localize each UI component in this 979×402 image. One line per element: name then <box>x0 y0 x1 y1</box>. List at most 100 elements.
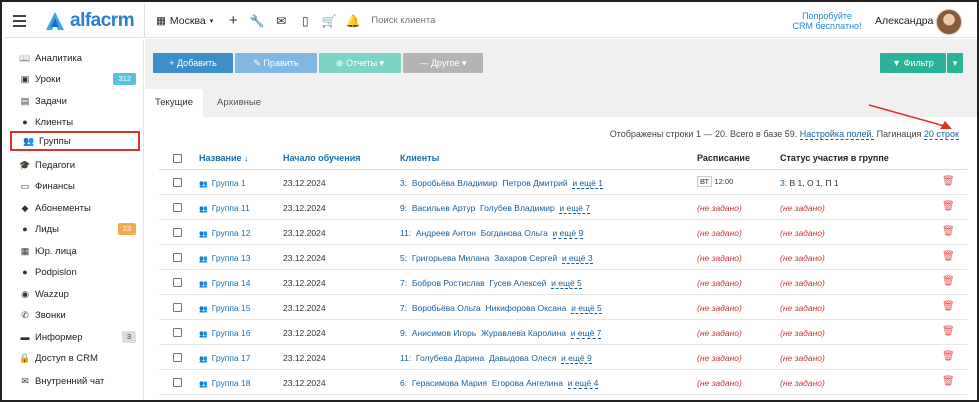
tab-archive[interactable]: Архивные <box>207 89 271 117</box>
client-link[interactable]: Давыдова Олеся <box>489 353 556 363</box>
branch-selector[interactable]: ▦ Москва ▾ <box>148 4 221 38</box>
header-start[interactable]: Начало обучения <box>283 153 361 163</box>
trash-icon[interactable]: 🗑 <box>942 176 955 187</box>
table-row[interactable]: Группа 14 23.12.2024 7: Бобров Ростислав… <box>159 270 967 295</box>
trash-icon[interactable]: 🗑 <box>942 301 955 312</box>
trash-icon[interactable]: 🗑 <box>942 251 955 262</box>
table-row[interactable]: Группа 15 23.12.2024 7: Воробьёва Ольга … <box>159 295 967 320</box>
group-link[interactable]: Группа 15 <box>199 303 251 313</box>
more-clients-link[interactable]: и ещё 7 <box>559 203 591 214</box>
table-row[interactable]: Группа 1 23.12.2024 3: Воробьёва Владими… <box>159 170 967 195</box>
client-link[interactable]: Петров Дмитрий <box>502 178 567 188</box>
more-clients-link[interactable]: и ещё 1 <box>572 178 603 189</box>
avatar[interactable] <box>936 9 962 35</box>
sidebar-item-tasks[interactable]: ▤ Задачи <box>8 91 140 111</box>
more-clients-link[interactable]: и ещё 9 <box>552 228 584 239</box>
sidebar-item-groups[interactable]: 👥 Группы <box>10 131 140 151</box>
client-link[interactable]: Воробьёва Ольга <box>412 303 481 313</box>
cart-icon[interactable]: 🛒 <box>317 4 341 38</box>
sidebar-item-subscriptions[interactable]: ◆ Абонементы <box>8 198 140 218</box>
sidebar-item-teachers[interactable]: 🎓 Педагоги <box>8 155 140 175</box>
trash-icon[interactable]: 🗑 <box>942 226 955 237</box>
menu-icon[interactable] <box>4 4 34 38</box>
client-link[interactable]: Захаров Сергей <box>494 253 557 263</box>
client-link[interactable]: Гусев Алексей <box>489 278 546 288</box>
client-link[interactable]: Егорова Ангелина <box>492 378 563 388</box>
add-button[interactable]: + Добавить <box>153 53 233 73</box>
plus-icon[interactable]: + <box>221 4 245 38</box>
other-button[interactable]: — Другое ▾ <box>403 53 483 73</box>
row-checkbox[interactable] <box>173 303 182 312</box>
sidebar-item-analytics[interactable]: 📖 Аналитика <box>8 48 140 68</box>
wrench-icon[interactable]: 🔧 <box>245 4 269 38</box>
client-link[interactable]: Голубева Дарина <box>416 353 484 363</box>
bell-icon[interactable]: 🔔 <box>341 4 365 38</box>
settings-link[interactable]: Настройка полей. <box>799 129 875 140</box>
client-link[interactable]: Богданова Ольга <box>481 228 548 238</box>
sidebar-item-leads[interactable]: ● Лиды 23 <box>8 219 140 239</box>
client-link[interactable]: Герасимова Мария <box>412 378 487 388</box>
sidebar-item-clients[interactable]: ● Клиенты <box>8 112 140 132</box>
sidebar-item-informer[interactable]: ▬ Информер 3 <box>8 327 140 347</box>
more-clients-link[interactable]: и ещё 5 <box>551 278 582 289</box>
group-link[interactable]: Группа 11 <box>199 203 250 213</box>
more-clients-link[interactable]: и ещё 4 <box>567 378 599 389</box>
row-checkbox[interactable] <box>173 228 182 237</box>
header-name[interactable]: Название ↓ <box>199 153 248 163</box>
row-checkbox[interactable] <box>173 178 182 187</box>
client-link[interactable]: Никифорова Оксана <box>486 303 567 313</box>
edit-button[interactable]: ✎ Править <box>235 53 317 73</box>
reports-button[interactable]: ⊕ Отчеты ▾ <box>319 53 401 73</box>
mail-icon[interactable]: ✉ <box>269 4 293 38</box>
sidebar-item-crm-access[interactable]: 🔒 Доступ в CRM <box>8 348 140 368</box>
row-checkbox[interactable] <box>173 278 182 287</box>
user-name[interactable]: Александра <box>875 15 933 27</box>
sidebar-item-internal-chat[interactable]: ✉ Внутренний чат <box>8 371 140 391</box>
client-link[interactable]: Бобров Ростислав <box>412 278 485 288</box>
trash-icon[interactable]: 🗑 <box>942 351 955 362</box>
more-clients-link[interactable]: и ещё 3 <box>561 253 593 264</box>
sidebar-item-legal[interactable]: ▦ Юр. лица <box>8 241 140 261</box>
tab-current[interactable]: Текущие <box>145 89 203 117</box>
client-link[interactable]: Анисимов Игорь <box>412 328 476 338</box>
group-link[interactable]: Группа 14 <box>199 278 251 288</box>
trash-icon[interactable]: 🗑 <box>942 376 955 387</box>
group-link[interactable]: Группа 18 <box>199 378 251 388</box>
table-row[interactable]: Группа 12 23.12.2024 11: Андреев Антон Б… <box>159 220 967 245</box>
group-link[interactable]: Группа 16 <box>199 328 251 338</box>
row-checkbox[interactable] <box>173 203 182 212</box>
promo-link[interactable]: Попробуйте CRM бесплатно! <box>787 11 867 31</box>
filter-button[interactable]: ▼ Фильтр <box>880 53 946 73</box>
row-checkbox[interactable] <box>173 328 182 337</box>
row-checkbox[interactable] <box>173 378 182 387</box>
more-clients-link[interactable]: и ещё 7 <box>570 328 602 339</box>
client-link[interactable]: Воробьёва Владимир <box>412 178 498 188</box>
trash-icon[interactable]: 🗑 <box>942 201 955 212</box>
client-link[interactable]: Голубев Владимир <box>480 203 555 213</box>
client-link[interactable]: Васильев Артур <box>412 203 475 213</box>
sidebar-item-finance[interactable]: ▭ Финансы <box>8 176 140 196</box>
trash-icon[interactable]: 🗑 <box>942 326 955 337</box>
more-clients-link[interactable]: и ещё 9 <box>561 353 592 364</box>
table-row[interactable]: Группа 18 23.12.2024 6: Герасимова Мария… <box>159 370 967 395</box>
group-link[interactable]: Группа 1 <box>199 178 246 188</box>
group-link[interactable]: Группа 17 <box>199 353 251 363</box>
sidebar-item-lessons[interactable]: ▣ Уроки 312 <box>8 69 140 89</box>
row-checkbox[interactable] <box>173 353 182 362</box>
client-link[interactable]: Андреев Антон <box>416 228 476 238</box>
group-link[interactable]: Группа 13 <box>199 253 251 263</box>
phone-icon[interactable]: ▯ <box>293 4 317 38</box>
sidebar-item-wazzup[interactable]: ◉ Wazzup <box>8 284 140 304</box>
more-clients-link[interactable]: и ещё 5 <box>571 303 602 314</box>
table-row[interactable]: Группа 17 23.12.2024 11: Голубева Дарина… <box>159 345 967 370</box>
logo[interactable]: alfacrm <box>44 10 144 32</box>
trash-icon[interactable]: 🗑 <box>942 276 955 287</box>
table-row[interactable]: Группа 13 23.12.2024 5: Григорьева Милан… <box>159 245 967 270</box>
client-link[interactable]: Журавлева Каролина <box>481 328 566 338</box>
table-row[interactable]: Группа 11 23.12.2024 9: Васильев Артур Г… <box>159 195 967 220</box>
search-input[interactable] <box>371 15 672 26</box>
filter-dropdown-button[interactable]: ▾ <box>947 53 963 73</box>
sidebar-item-calls[interactable]: ✆ Звонки <box>8 305 140 325</box>
select-all-checkbox[interactable] <box>173 154 182 163</box>
table-row[interactable]: Группа 16 23.12.2024 9: Анисимов Игорь Ж… <box>159 320 967 345</box>
